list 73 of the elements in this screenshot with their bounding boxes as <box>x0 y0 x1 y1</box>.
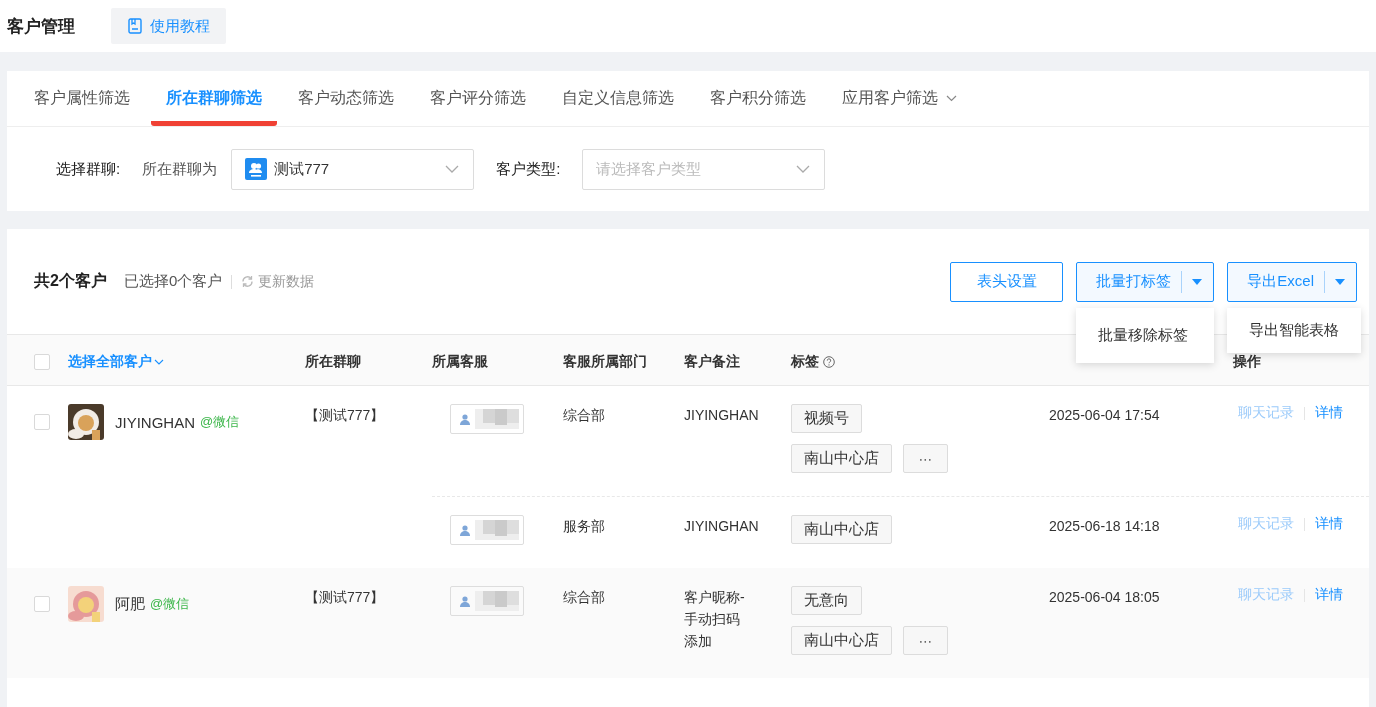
filter-tab[interactable]: 客户动态筛选 <box>283 71 409 126</box>
column-header: 客服所属部门 <box>563 353 648 371</box>
table-cell-text: 2025-06-04 18:05 <box>1049 588 1161 607</box>
table-cell-text: 综合部 <box>563 406 606 425</box>
filter-tab[interactable]: 客户积分筛选 <box>695 71 821 126</box>
chevron-down-icon <box>796 165 811 173</box>
filter-label: 客户类型: <box>496 159 561 179</box>
split-button[interactable]: 批量打标签 <box>1076 261 1215 302</box>
person-icon <box>460 524 470 536</box>
page-title: 客户管理 <box>7 15 75 38</box>
checkbox[interactable] <box>34 354 50 370</box>
customer-name: 阿肥 <box>115 594 145 614</box>
checkbox[interactable] <box>34 596 50 612</box>
tag: 南山中心店 <box>791 626 892 655</box>
more-tags-button[interactable]: ⋯ <box>903 626 948 655</box>
refresh-icon <box>241 275 255 288</box>
refresh-link[interactable]: 更新数据 <box>241 272 315 291</box>
chevron-down-icon <box>445 165 460 173</box>
caret-icon <box>1192 278 1203 285</box>
action-link[interactable]: 详情 <box>1315 515 1343 533</box>
column-header: 所在群聊 <box>305 353 362 371</box>
customer-type-select[interactable]: 请选择客户类型 <box>582 148 826 190</box>
chevron-down-icon <box>946 95 957 102</box>
filter-condition: 所在群聊为 <box>142 159 218 179</box>
header-settings-button[interactable]: 表头设置 <box>950 261 1064 302</box>
caret-icon <box>1335 278 1345 285</box>
group-chat-icon <box>245 158 268 180</box>
split-button[interactable]: 导出Excel <box>1227 261 1357 302</box>
group-select[interactable]: 测试777 <box>231 148 475 190</box>
source-label: @微信 <box>200 413 240 431</box>
redacted-name-icon <box>475 591 519 611</box>
redacted-name-icon <box>475 520 519 540</box>
filter-tab[interactable]: 客户评分筛选 <box>415 71 541 126</box>
selected-count: 已选择0个客户 <box>123 272 223 291</box>
customer-name: JIYINGHAN <box>115 413 195 431</box>
table-cell-text: 服务部 <box>563 517 606 536</box>
action-link[interactable]: 详情 <box>1315 586 1343 604</box>
table-cell-text: 【测试777】 <box>305 406 386 425</box>
filter-tab[interactable]: 自定义信息筛选 <box>547 71 689 126</box>
table-cell-text: 2025-06-18 14:18 <box>1049 517 1161 536</box>
table-cell-text: 【测试777】 <box>305 588 386 607</box>
action-link[interactable]: 详情 <box>1315 404 1343 422</box>
table-cell-text: JIYINGHAN <box>684 406 759 425</box>
table-cell-text: 客户昵称-手动扫码添加 <box>684 588 746 651</box>
select-all-link[interactable]: 选择全部客户 <box>68 353 164 371</box>
checkbox[interactable] <box>34 414 50 430</box>
table-cell-text: JIYINGHAN <box>684 517 759 536</box>
tag: 南山中心店 <box>791 444 892 473</box>
tag: 无意向 <box>791 586 862 615</box>
column-header: 所属客服 <box>432 353 489 371</box>
filter-label: 选择群聊: <box>56 159 121 179</box>
menu-item[interactable]: 批量移除标签 <box>1076 322 1215 348</box>
filter-tab[interactable]: 客户属性筛选 <box>19 71 145 126</box>
document-icon <box>127 18 142 34</box>
customer-count: 共2个客户 <box>34 271 107 291</box>
more-tags-button[interactable]: ⋯ <box>903 444 948 473</box>
column-header: 操作 <box>1233 353 1262 371</box>
filter-tab[interactable]: 应用客户筛选 <box>827 71 972 126</box>
redacted-name-icon <box>475 409 519 429</box>
filter-tab[interactable]: 所在群聊筛选 <box>151 71 277 126</box>
column-header: 客户备注 <box>684 353 741 371</box>
tutorial-button[interactable]: 使用教程 <box>111 8 226 44</box>
source-label: @微信 <box>150 595 190 613</box>
menu-item[interactable]: 导出智能表格 <box>1227 317 1362 343</box>
person-icon <box>460 595 470 607</box>
help-icon <box>823 356 835 368</box>
tag: 南山中心店 <box>791 515 892 544</box>
tag: 视频号 <box>791 404 862 433</box>
chevron-down-icon <box>154 359 164 365</box>
column-header: 标签 <box>791 353 819 371</box>
person-icon <box>460 413 470 425</box>
table-cell-text: 综合部 <box>563 588 606 607</box>
table-cell-text: 2025-06-04 17:54 <box>1049 406 1161 425</box>
